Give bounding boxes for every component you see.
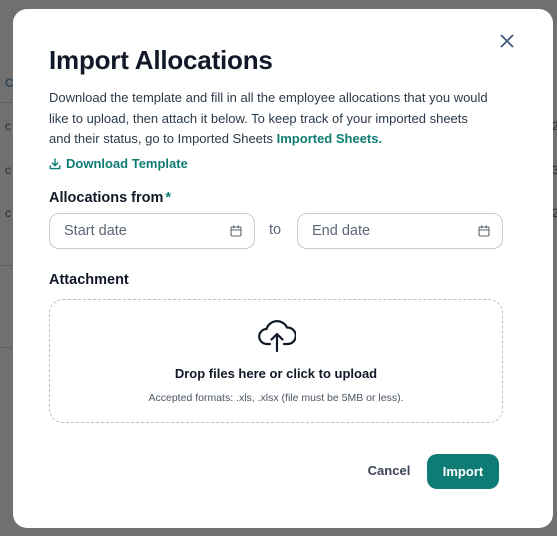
end-date-placeholder: End date	[312, 223, 371, 239]
background-divider	[0, 265, 14, 266]
upload-cloud-icon	[258, 320, 296, 352]
allocations-from-text: Allocations from	[49, 190, 164, 206]
start-date-field[interactable]: Start date	[49, 213, 255, 249]
background-text: c	[5, 206, 11, 220]
date-range-separator: to	[269, 222, 282, 238]
attachment-label: Attachment	[49, 272, 129, 288]
close-button[interactable]	[497, 31, 517, 51]
required-asterisk: *	[165, 190, 172, 206]
dialog-description: Download the template and fill in all th…	[49, 88, 489, 150]
dropzone-title: Drop files here or click to upload	[174, 366, 378, 381]
background-divider	[0, 102, 14, 103]
start-date-placeholder: Start date	[64, 223, 127, 239]
background-divider	[0, 347, 14, 348]
calendar-icon[interactable]	[230, 225, 242, 237]
description-text: Download the template and fill in all th…	[49, 90, 488, 146]
download-template-link[interactable]: Download Template	[49, 156, 188, 171]
download-template-label: Download Template	[66, 156, 188, 171]
cancel-button[interactable]: Cancel	[361, 460, 417, 480]
background-text: c	[5, 119, 11, 133]
imported-sheets-link[interactable]: Imported Sheets.	[277, 131, 382, 146]
dialog-title: Import Allocations	[49, 45, 273, 75]
allocations-from-label: Allocations from *	[49, 190, 171, 206]
import-allocations-dialog: Import Allocations Download the template…	[13, 9, 553, 528]
background-text: c	[5, 163, 11, 177]
file-dropzone[interactable]: Drop files here or click to upload Accep…	[49, 299, 503, 423]
close-icon[interactable]	[500, 34, 514, 48]
end-date-field[interactable]: End date	[297, 213, 503, 249]
import-button[interactable]: Import	[427, 454, 499, 489]
download-icon	[49, 157, 61, 169]
dropzone-hint: Accepted formats: .xls, .xlsx (file must…	[148, 392, 404, 404]
calendar-icon[interactable]	[478, 225, 490, 237]
